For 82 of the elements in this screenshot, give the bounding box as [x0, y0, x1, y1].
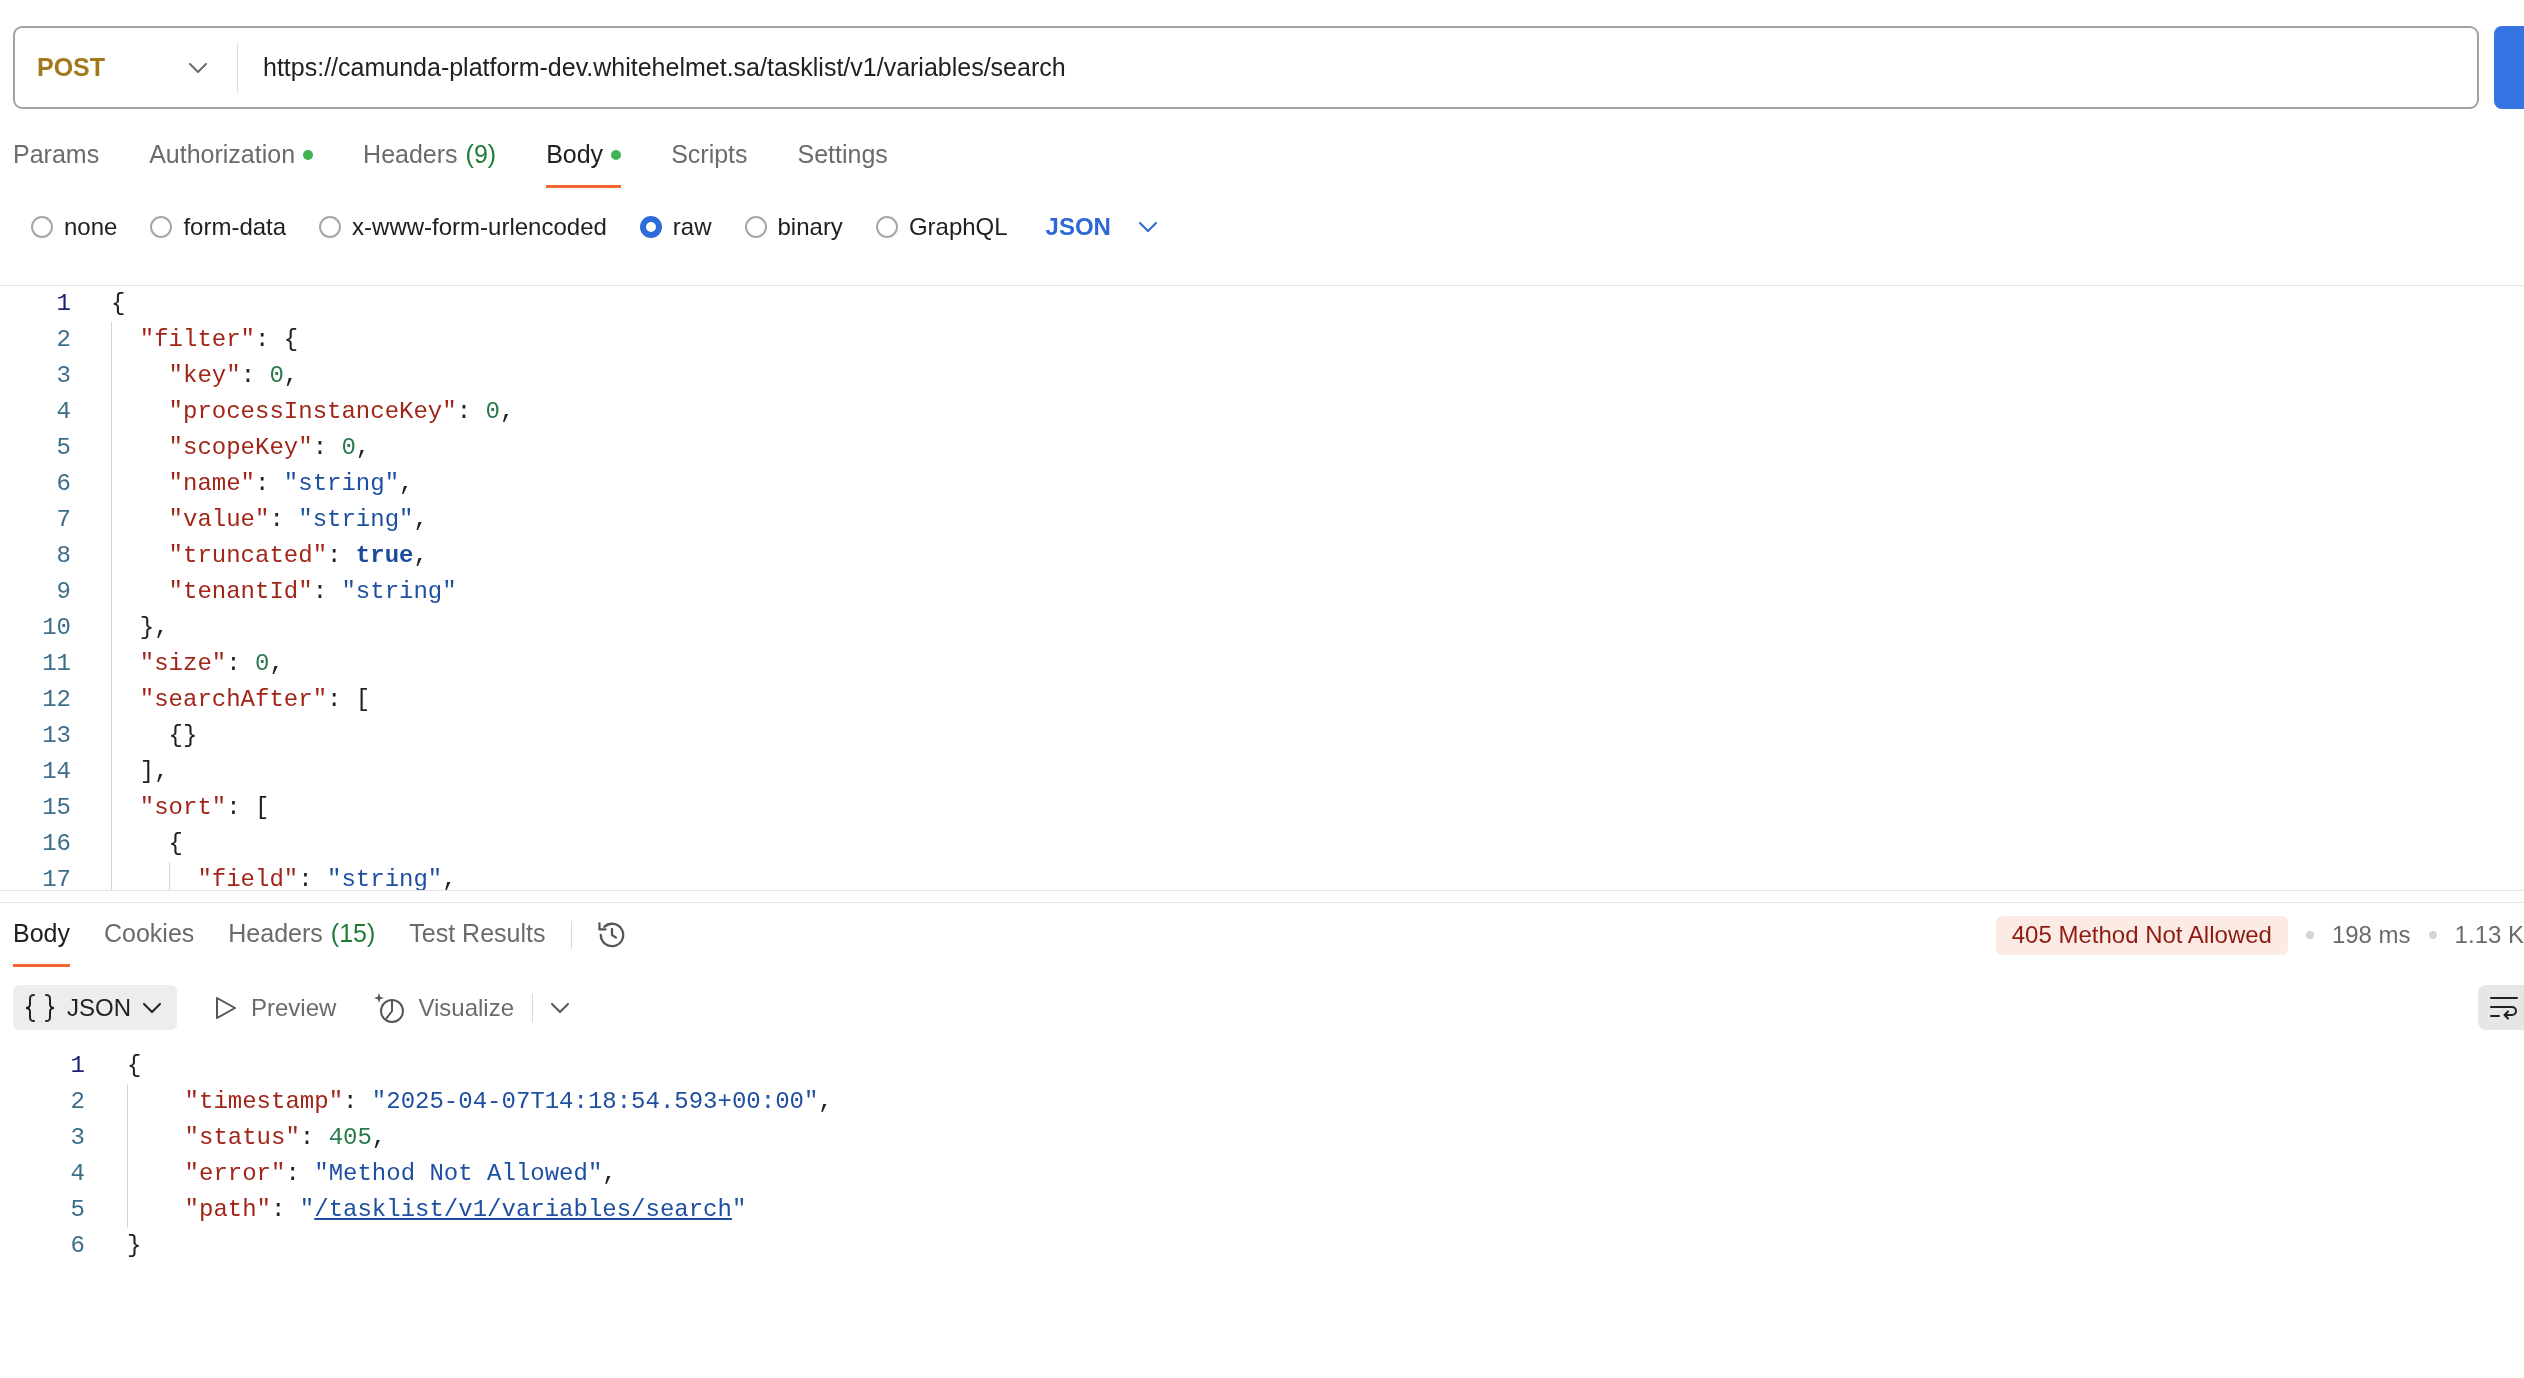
line-number: 17	[41, 865, 71, 890]
code-line: "name": "string",	[168, 469, 414, 499]
line-number: 5	[69, 1195, 85, 1225]
radio-option[interactable]: binary	[744, 209, 843, 245]
code-line: {	[127, 1051, 142, 1081]
format-dropdown[interactable]: JSON	[13, 985, 177, 1030]
code-line: },	[139, 613, 169, 643]
caret-icon	[1138, 222, 1157, 232]
line-number: 2	[69, 1087, 85, 1117]
code-text: "path": "	[184, 1195, 315, 1225]
link[interactable]: /tasklist/v1/variables/search	[314, 1192, 732, 1228]
code-line: "error": "Method Not Allowed",	[184, 1159, 617, 1189]
code-line: "scopeKey": 0,	[168, 433, 371, 463]
view-button[interactable]: Preview	[215, 989, 337, 1026]
code-line: "filter": {	[139, 325, 299, 355]
url-field[interactable]: https://camunda-platform-dev.whitehelmet.sa/tasklist/v1/variables/search	[238, 28, 2477, 107]
radio-option[interactable]: none	[31, 209, 118, 245]
request-bar[interactable]: POST https://camunda-platform-dev.whitehelmet.sa/tasklist/v1/variables/search	[13, 26, 2479, 109]
code-line: "truncated": true,	[168, 541, 428, 571]
line-number: 6	[69, 1231, 85, 1261]
code-line: {}	[168, 721, 198, 751]
line-number: 5	[55, 433, 71, 463]
sparkle-chart-icon	[374, 992, 405, 1023]
line-number: 4	[55, 397, 71, 427]
code-line: ],	[139, 757, 169, 787]
code-line: "sort": [	[139, 793, 270, 823]
view-button[interactable]: Visualize	[374, 989, 514, 1026]
line-number: 2	[55, 325, 71, 355]
tab[interactable]: Test Results	[409, 903, 546, 967]
tab[interactable]: Params	[13, 125, 100, 188]
radio-option[interactable]: form-data	[150, 209, 287, 245]
code-line: "timestamp": "2025-04-07T14:18:54.593+00:00",	[184, 1087, 833, 1117]
caret-icon	[143, 1002, 161, 1013]
code-line: "searchAfter": [	[139, 685, 371, 715]
wrap-button[interactable]	[2478, 985, 2524, 1030]
code-line: "key": 0,	[168, 361, 299, 391]
caret-icon[interactable]	[551, 1002, 569, 1013]
code-line: "processInstanceKey": 0,	[168, 397, 515, 427]
code-line: {	[111, 289, 126, 319]
tab[interactable]: Headers (15)	[228, 903, 376, 967]
tab[interactable]: Body	[546, 125, 622, 188]
tab[interactable]: Body	[13, 903, 70, 967]
radio-option[interactable]: raw	[639, 209, 712, 245]
code-line: {	[168, 829, 183, 859]
tab[interactable]: Headers (9)	[363, 125, 497, 188]
line-number: 14	[41, 757, 71, 787]
line-number: 6	[55, 469, 71, 499]
line-number: 4	[69, 1159, 85, 1189]
line-number: 8	[55, 541, 71, 571]
line-number: 3	[69, 1123, 85, 1153]
response-time: 198 ms	[2331, 920, 2411, 950]
line-number: 13	[41, 721, 71, 751]
line-number: 7	[55, 505, 71, 535]
line-number: 1	[69, 1051, 85, 1081]
format-dropdown[interactable]: JSON	[1045, 209, 1157, 245]
code-line: }	[127, 1231, 142, 1261]
tab[interactable]: Scripts	[671, 125, 748, 188]
tab[interactable]: Cookies	[104, 903, 195, 967]
tab[interactable]: Authorization	[149, 125, 314, 188]
line-number: 11	[41, 649, 71, 679]
radio-option[interactable]: GraphQL	[875, 209, 1008, 245]
status-badge: 405 Method Not Allowed	[1995, 915, 2288, 955]
response-size: 1.13 K	[2454, 920, 2524, 950]
caret-icon	[189, 62, 207, 73]
line-number: 9	[55, 577, 71, 607]
line-number: 3	[55, 361, 71, 391]
code-line: "size": 0,	[139, 649, 284, 679]
radio-option[interactable]: x-www-form-urlencoded	[319, 209, 607, 245]
line-number: 10	[41, 613, 71, 643]
wrap-lines-icon	[2489, 994, 2519, 1021]
line-number: 16	[41, 829, 71, 859]
code-line: "value": "string",	[168, 505, 428, 535]
method-dropdown[interactable]: POST	[15, 28, 237, 107]
tab[interactable]: Settings	[797, 125, 888, 188]
line-number: 15	[41, 793, 71, 823]
code-text: "	[731, 1195, 747, 1225]
code-line: "status": 405,	[184, 1123, 387, 1153]
braces-icon	[25, 993, 55, 1022]
play-icon	[215, 995, 237, 1020]
line-number: 12	[41, 685, 71, 715]
code-line: "tenantId": "string"	[168, 577, 457, 607]
line-number: 1	[55, 289, 71, 319]
